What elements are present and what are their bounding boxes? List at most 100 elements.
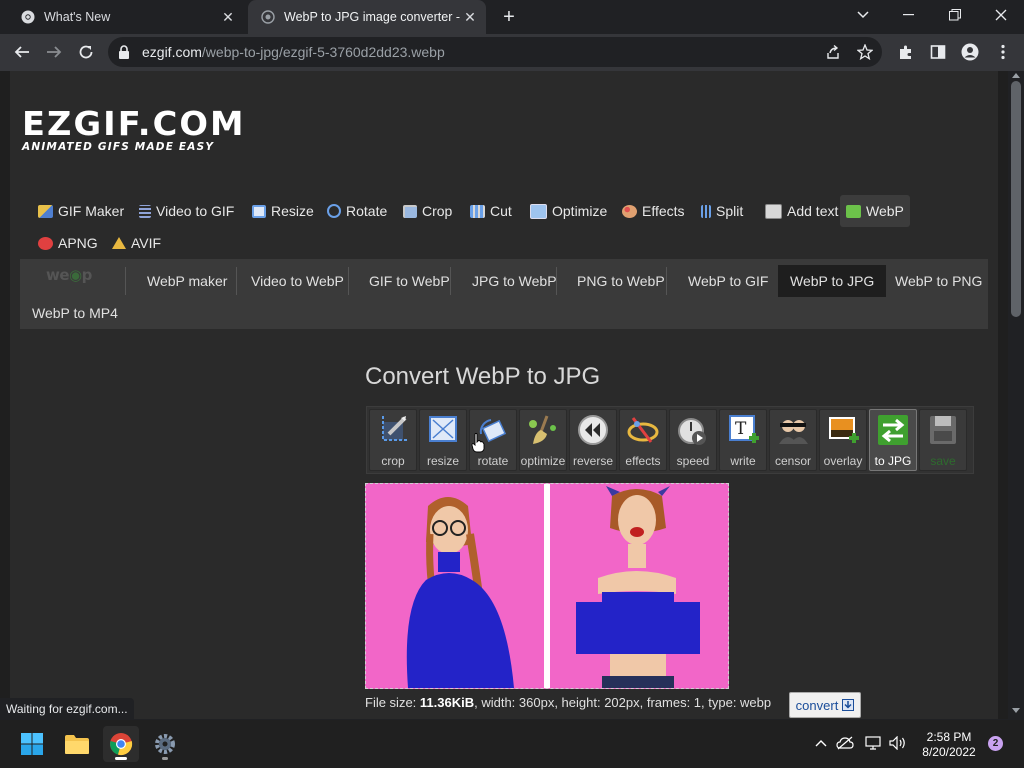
show-hidden-icons-chevron-icon[interactable] [812,734,830,752]
chrome-taskbar-button[interactable] [103,726,139,762]
start-button[interactable] [14,726,50,762]
nav-label: AVIF [131,235,162,251]
nav-webp[interactable]: WebP [840,195,910,227]
subnav-webp-to-mp4[interactable]: WebP to MP4 [22,297,128,329]
scroll-thumb[interactable] [1011,81,1021,317]
restore-button[interactable] [932,0,978,30]
subnav-label: WebP to PNG [895,273,983,289]
tab-whats-new[interactable]: What's New ✕ [8,0,244,34]
tool-write[interactable]: T write [719,409,767,471]
nav-effects[interactable]: Effects [622,195,685,227]
subnav-label: JPG to WebP [472,273,557,289]
effects-icon [627,417,659,443]
gif-maker-icon [38,204,53,218]
nav-gif-maker[interactable]: GIF Maker [38,195,124,227]
tool-save[interactable]: save [919,409,967,471]
url-host: ezgif.com [142,44,202,60]
tool-reverse[interactable]: reverse [569,409,617,471]
tool-speed[interactable]: speed [669,409,717,471]
tool-censor[interactable]: censor [769,409,817,471]
subnav-webp-to-jpg[interactable]: WebP to JPG [778,265,887,297]
preview-image [365,483,729,689]
settings-taskbar-button[interactable] [147,726,183,762]
apng-icon [38,236,53,250]
gear-icon [155,734,175,754]
subnav-webp-to-gif[interactable]: WebP to GIF [678,265,778,297]
system-clock[interactable]: 2:58 PM 8/20/2022 [914,730,984,760]
tool-to-jpg[interactable]: to JPG [869,409,917,471]
nav-crop[interactable]: Crop [403,195,452,227]
tool-optimize[interactable]: optimize [519,409,567,471]
new-tab-button[interactable]: + [498,6,520,28]
subnav-jpg-to-webp[interactable]: JPG to WebP [462,265,567,297]
minimize-button[interactable] [886,0,932,30]
site-logo[interactable]: EZGIF.COM ANIMATED GIFS MADE EASY [22,107,244,153]
address-bar[interactable]: ezgif.com/webp-to-jpg/ezgif-5-3760d2dd23… [108,37,882,67]
divider [236,267,237,295]
forward-button[interactable] [40,38,68,66]
nav-label: Split [716,203,744,219]
close-window-button[interactable] [978,0,1024,30]
back-button[interactable] [8,38,36,66]
scroll-up-arrow[interactable] [1012,73,1020,78]
nav-label: Resize [271,203,314,219]
clock-date: 8/20/2022 [922,745,976,759]
tool-resize[interactable]: resize [419,409,467,471]
nav-label: Effects [642,203,685,219]
nav-avif[interactable]: AVIF [112,227,161,259]
webp-subnav: we◉p WebP maker Video to WebP GIF to Web… [20,259,988,329]
subnav-gif-to-webp[interactable]: GIF to WebP [359,265,460,297]
tool-crop[interactable]: crop [369,409,417,471]
tool-overlay[interactable]: overlay [819,409,867,471]
profile-icon[interactable] [960,42,980,62]
convert-button[interactable]: convert [789,692,861,718]
resize-icon [252,204,266,218]
subnav-webp-to-png[interactable]: WebP to PNG [885,265,992,297]
nav-optimize[interactable]: Optimize [530,195,607,227]
tool-label: save [930,454,956,468]
file-explorer-button[interactable] [59,726,95,762]
page-viewport: EZGIF.COM ANIMATED GIFS MADE EASY GIF Ma… [0,71,1008,719]
active-indicator [115,757,127,760]
side-panel-icon[interactable] [928,42,948,62]
rotate-icon [327,204,341,218]
optimize-icon [530,203,547,219]
lock-icon[interactable] [118,45,132,59]
subnav-label: Video to WebP [251,273,344,289]
subnav-label: WebP to MP4 [32,305,118,321]
tab-search-icon[interactable] [840,0,886,30]
tool-effects[interactable]: effects [619,409,667,471]
tab-webp-to-jpg[interactable]: WebP to JPG image converter - E ✕ [248,0,486,34]
reload-button[interactable] [72,38,100,66]
subnav-label: WebP to GIF [688,273,769,289]
network-icon[interactable] [864,734,882,752]
scroll-down-arrow[interactable] [1012,708,1020,713]
subnav-webp-maker[interactable]: WebP maker [137,265,237,297]
subnav-video-to-webp[interactable]: Video to WebP [241,265,354,297]
subnav-png-to-webp[interactable]: PNG to WebP [567,265,675,297]
nav-label: Optimize [552,203,608,219]
close-tab-icon[interactable]: ✕ [460,7,480,27]
bookmark-star-icon[interactable] [856,43,874,61]
nav-label: GIF Maker [58,203,125,219]
close-tab-icon[interactable]: ✕ [218,7,238,27]
nav-cut[interactable]: Cut [470,195,512,227]
notification-badge[interactable]: 2 [988,736,1003,751]
resize-tool-icon [429,416,457,442]
nav-resize[interactable]: Resize [252,195,314,227]
avif-icon [112,237,126,249]
nav-split[interactable]: Split [701,195,743,227]
extensions-icon[interactable] [896,42,916,62]
onedrive-cloud-icon[interactable] [836,734,854,752]
preview-illustration [366,484,728,688]
nav-rotate[interactable]: Rotate [327,195,387,227]
volume-icon[interactable] [889,734,907,752]
menu-kebab-icon[interactable] [993,42,1013,62]
nav-video-to-gif[interactable]: Video to GIF [139,195,234,227]
film-icon [139,204,151,218]
nav-add-text[interactable]: Add text [765,195,838,227]
share-icon[interactable] [824,43,842,61]
nav-apng[interactable]: APNG [38,227,98,259]
tab-title: What's New [44,10,111,24]
page-scrollbar[interactable] [1008,71,1024,719]
